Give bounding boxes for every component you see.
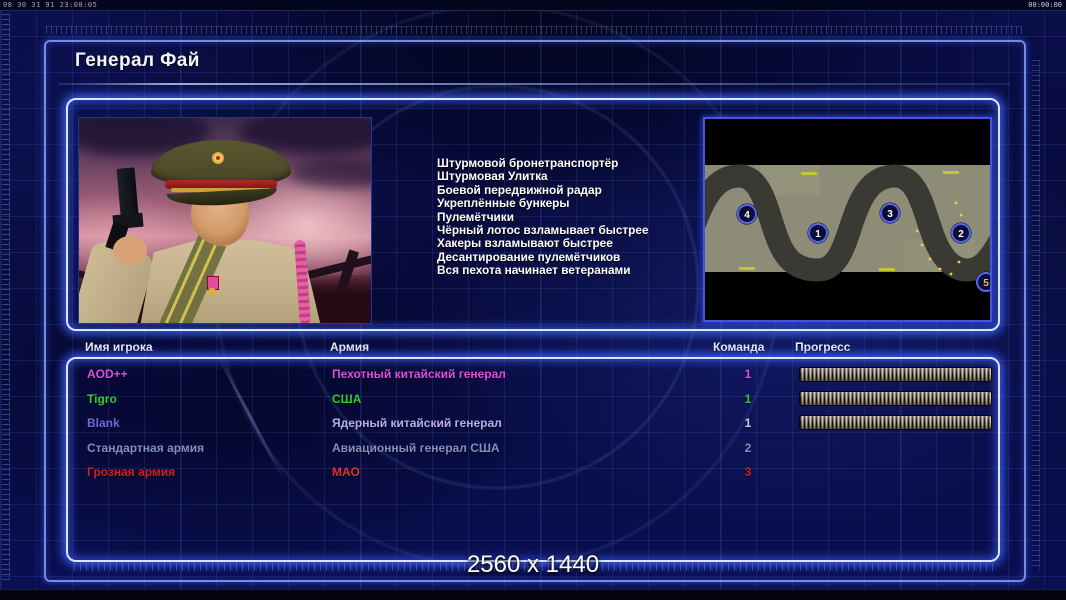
column-header-army: Армия <box>330 340 369 354</box>
player-army: Пехотный китайский генерал <box>332 367 506 381</box>
portrait-hand <box>113 236 147 264</box>
debug-counter-text: 08 30 31 91 23:00:05 <box>3 1 97 10</box>
svg-text:2: 2 <box>958 229 964 240</box>
player-name: Tigro <box>87 392 117 406</box>
ability-item: Хакеры взламывают быстрее <box>437 237 707 250</box>
ability-item: Штурмовой бронетранспортёр <box>437 157 707 170</box>
right-ruler <box>1032 60 1040 570</box>
general-portrait <box>78 117 372 324</box>
player-army: Ядерный китайский генерал <box>332 416 502 430</box>
medal-star-icon <box>208 288 216 296</box>
title-divider <box>58 83 1010 85</box>
spawn-marker-4: 4 <box>737 204 758 225</box>
player-army: США <box>332 392 361 406</box>
player-team: 2 <box>733 441 763 455</box>
player-team: 3 <box>733 465 763 479</box>
minimap: 4 1 3 2 5 <box>703 117 992 322</box>
player-army: МАО <box>332 465 360 479</box>
players-table: AOD++ Пехотный китайский генерал 1 Tigro… <box>66 357 1000 562</box>
svg-text:4: 4 <box>744 210 750 221</box>
column-header-progress: Прогресс <box>795 340 850 354</box>
minimap-image: 4 1 3 2 5 <box>705 119 990 320</box>
progress-bar <box>799 415 992 430</box>
top-ruler <box>46 26 1022 34</box>
player-name: AOD++ <box>87 367 128 381</box>
column-header-team: Команда <box>713 340 764 354</box>
player-name: Грозная армия <box>87 465 175 479</box>
ability-item: Боевой передвижной радар <box>437 184 707 197</box>
player-army: Авиационный генерал США <box>332 441 500 455</box>
cap-badge-dot <box>216 156 220 160</box>
player-team: 1 <box>733 416 763 430</box>
spawn-marker-3: 3 <box>880 203 901 224</box>
player-team: 1 <box>733 367 763 381</box>
player-team: 1 <box>733 392 763 406</box>
resolution-label: 2560 x 1440 <box>0 551 1066 579</box>
top-status-strip <box>0 0 1066 11</box>
player-name: Стандартная армия <box>87 441 204 455</box>
spawn-marker-1: 1 <box>808 223 829 244</box>
ability-item: Чёрный лотос взламывает быстрее <box>437 224 707 237</box>
loading-screen: 08 30 31 91 23:00:05 00:00:00 Генерал Фа… <box>0 0 1066 600</box>
progress-bar <box>799 367 992 382</box>
player-name: Blank <box>87 416 120 430</box>
svg-text:5: 5 <box>983 278 989 289</box>
progress-bar <box>799 391 992 406</box>
ability-item: Десантирование пулемётчиков <box>437 251 707 264</box>
ability-item: Укреплённые бункеры <box>437 197 707 210</box>
bottom-status-strip <box>0 589 1066 600</box>
page-title: Генерал Фай <box>75 50 200 72</box>
ability-item: Вся пехота начинает ветеранами <box>437 264 707 277</box>
left-ruler <box>2 14 10 580</box>
svg-text:1: 1 <box>815 229 821 240</box>
column-header-name: Имя игрока <box>85 340 153 354</box>
timer-text: 00:00:00 <box>1028 1 1062 10</box>
abilities-list: Штурмовой бронетранспортёр Штурмовая Ули… <box>437 157 707 278</box>
ability-item: Пулемётчики <box>437 211 707 224</box>
ability-item: Штурмовая Улитка <box>437 170 707 183</box>
spawn-marker-2: 2 <box>951 223 972 244</box>
svg-text:3: 3 <box>887 209 893 220</box>
